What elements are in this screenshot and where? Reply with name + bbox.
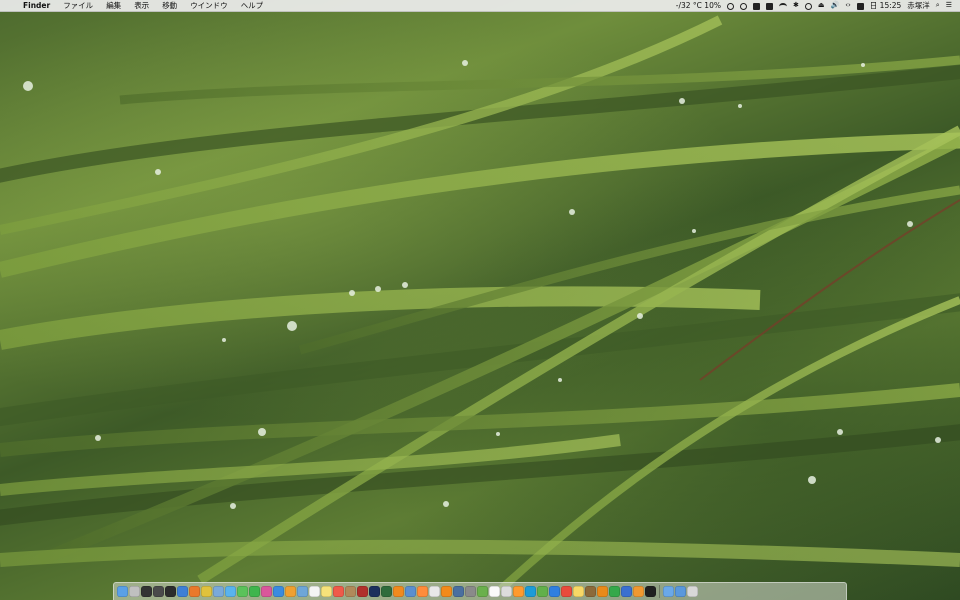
app-menu-finder[interactable]: Finder (23, 0, 50, 11)
chrome-icon[interactable] (201, 586, 212, 597)
clock-datetime[interactable]: 日 15:25 (870, 0, 902, 11)
dropbox-icon[interactable] (549, 586, 560, 597)
menu-bar-left: Finder ファイル 編集 表示 移動 ウインドウ ヘルプ (0, 0, 276, 11)
notes-icon[interactable] (321, 586, 332, 597)
maps-icon[interactable] (477, 586, 488, 597)
contacts-icon[interactable] (345, 586, 356, 597)
grass-wallpaper (0, 15, 960, 593)
trash-icon[interactable] (687, 586, 698, 597)
keynote-icon[interactable] (621, 586, 632, 597)
itunes-icon[interactable] (261, 586, 272, 597)
photos-icon[interactable] (285, 586, 296, 597)
menu-bar: Finder ファイル 編集 表示 移動 ウインドウ ヘルプ -/32 °C 1… (0, 0, 960, 12)
calculator-icon[interactable] (513, 586, 524, 597)
menu-help[interactable]: ヘルプ (241, 0, 264, 11)
textedit-icon[interactable] (309, 586, 320, 597)
menu-bar-extras: -/32 °C 10% ✱ ⏏ 🔊 ‹› 日 15:25 赤塚洋 ⌕ ☰ (670, 0, 960, 11)
desktop[interactable]: Finder ファイル 編集 表示 移動 ウインドウ ヘルプ -/32 °C 1… (0, 0, 960, 600)
activity-icon[interactable] (153, 586, 164, 597)
downloads-folder-icon[interactable] (675, 586, 686, 597)
time-machine-icon[interactable] (804, 0, 812, 11)
dictionary-icon[interactable] (501, 586, 512, 597)
twitter-icon[interactable] (225, 586, 236, 597)
messages-icon[interactable] (237, 586, 248, 597)
code-icon[interactable]: ‹› (845, 0, 851, 11)
launchpad-icon[interactable] (129, 586, 140, 597)
volume-icon[interactable]: 🔊 (830, 0, 839, 11)
menu-edit[interactable]: 編集 (106, 0, 121, 11)
appstore-icon[interactable] (273, 586, 284, 597)
facetime-icon[interactable] (249, 586, 260, 597)
sublime-icon[interactable] (417, 586, 428, 597)
menu-go[interactable]: 移動 (162, 0, 177, 11)
vlc-icon[interactable] (441, 586, 452, 597)
user-name[interactable]: 赤塚洋 (907, 0, 930, 11)
notification-center-icon[interactable]: ☰ (946, 0, 952, 11)
safari-icon[interactable] (177, 586, 188, 597)
firefox-icon[interactable] (189, 586, 200, 597)
menu-view[interactable]: 表示 (134, 0, 149, 11)
bluetooth-icon[interactable]: ✱ (793, 0, 799, 11)
console-icon[interactable] (645, 586, 656, 597)
skype-icon[interactable] (525, 586, 536, 597)
calendar-icon[interactable] (333, 586, 344, 597)
timer-icon[interactable] (739, 0, 747, 11)
dropbox-icon[interactable] (765, 0, 773, 11)
stickies-icon[interactable] (573, 586, 584, 597)
terminal-icon[interactable] (141, 586, 152, 597)
spotlight-search-icon[interactable]: ⌕ (936, 0, 940, 11)
evernote-icon[interactable] (537, 586, 548, 597)
reminders-icon[interactable] (489, 586, 500, 597)
battery-icon[interactable] (856, 0, 864, 11)
ibooks-icon[interactable] (597, 586, 608, 597)
menu-file[interactable]: ファイル (63, 0, 93, 11)
dock-folders (663, 586, 698, 597)
filezilla-icon[interactable] (357, 586, 368, 597)
mail-icon[interactable] (213, 586, 224, 597)
ical-icon[interactable] (561, 586, 572, 597)
quicktime-icon[interactable] (453, 586, 464, 597)
wifi-icon[interactable] (778, 0, 787, 11)
pages-icon[interactable] (633, 586, 644, 597)
illustrator-icon[interactable] (393, 586, 404, 597)
xcode-icon[interactable] (405, 586, 416, 597)
dashboard-icon[interactable] (165, 586, 176, 597)
system-prefs-icon[interactable] (465, 586, 476, 597)
dock-separator (659, 585, 660, 598)
editor-icon[interactable] (429, 586, 440, 597)
documents-folder-icon[interactable] (663, 586, 674, 597)
weather-status[interactable]: -/32 °C 10% (676, 0, 721, 11)
app-status-icon[interactable] (752, 0, 760, 11)
dock-apps (117, 586, 656, 597)
numbers-icon[interactable] (609, 586, 620, 597)
dock (113, 582, 847, 600)
finder-icon[interactable] (117, 586, 128, 597)
chess-icon[interactable] (585, 586, 596, 597)
dreamweaver-icon[interactable] (381, 586, 392, 597)
eject-icon[interactable]: ⏏ (818, 0, 825, 11)
power-icon[interactable] (726, 0, 734, 11)
preview-icon[interactable] (297, 586, 308, 597)
menu-window[interactable]: ウインドウ (190, 0, 228, 11)
photoshop-icon[interactable] (369, 586, 380, 597)
